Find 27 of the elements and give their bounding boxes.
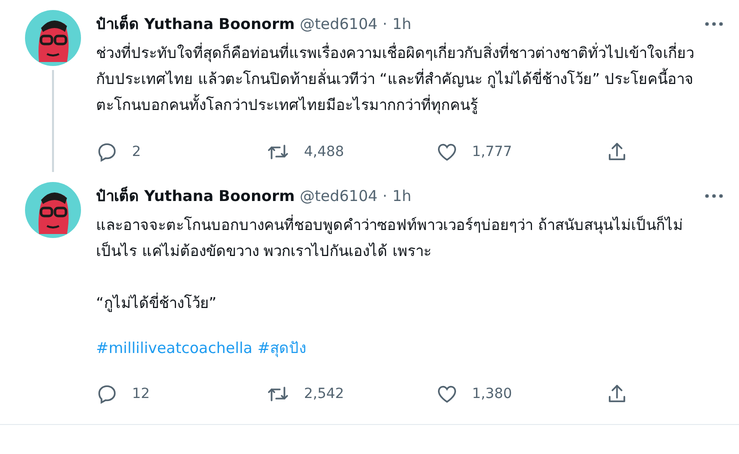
reply-count: 12 bbox=[132, 386, 150, 402]
reply-count: 2 bbox=[132, 144, 141, 160]
reply-icon[interactable] bbox=[96, 141, 118, 163]
like-count: 1,777 bbox=[472, 144, 512, 160]
dot-separator: · bbox=[382, 187, 388, 205]
heart-icon[interactable] bbox=[436, 141, 458, 163]
author-handle[interactable]: @ted6104 bbox=[300, 15, 378, 33]
author-name[interactable]: ป๋าเต็ด Yuthana Boonorm bbox=[96, 184, 295, 208]
author-handle[interactable]: @ted6104 bbox=[300, 187, 378, 205]
tweet-text: และอาจจะตะโกนบอกบางคนที่ชอบพูดคำว่าซอฟท์พาวเวอร์ๆบ่อยๆว่า ถ้าสนับสนุนไม่เป็นก็ไม่เป็นไร แค่ไม่ต้องขัดขวาง พวกเราไปกันเองได้ เพราะ bbox=[96, 214, 684, 262]
tweet-time[interactable]: 1h bbox=[392, 187, 412, 205]
heart-icon[interactable] bbox=[436, 383, 458, 405]
tweet-text: ช่วงที่ประทับใจที่สุดก็คือท่อนที่แรพเรื่องความเชื่อผิดๆเกี่ยวกับสิ่งที่ชาวต่างชาติทั่วไปเข้าใจเกี่ยวกับประเทศไทย แล้วตะโกนปิดท้ายลั่นเวทีว่า “และที่สำคัญนะ กูไม่ได้ขี่ช้างโว้ย” ประโยคนี้อาจตะโกนบอกคนทั้งโลกว่าประเทศไทยมีอะไรมากกว่าที่ทุกคนรู้ bbox=[96, 42, 695, 116]
avatar-icon[interactable] bbox=[25, 10, 81, 66]
author-name[interactable]: ป๋าเต็ด Yuthana Boonorm bbox=[96, 12, 295, 36]
avatar-icon[interactable] bbox=[25, 182, 81, 238]
more-icon[interactable] bbox=[705, 194, 723, 198]
tweet-text: “กูไม่ได้ขี่ช้างโว้ย” bbox=[96, 292, 218, 314]
share-icon[interactable] bbox=[606, 141, 628, 163]
more-icon[interactable] bbox=[705, 22, 723, 26]
like-count: 1,380 bbox=[472, 386, 512, 402]
dot-separator: · bbox=[382, 15, 388, 33]
reply-icon[interactable] bbox=[96, 383, 118, 405]
share-icon[interactable] bbox=[606, 383, 628, 405]
retweet-count: 4,488 bbox=[304, 144, 344, 160]
retweet-count: 2,542 bbox=[304, 386, 344, 402]
tweet-time[interactable]: 1h bbox=[392, 15, 412, 33]
